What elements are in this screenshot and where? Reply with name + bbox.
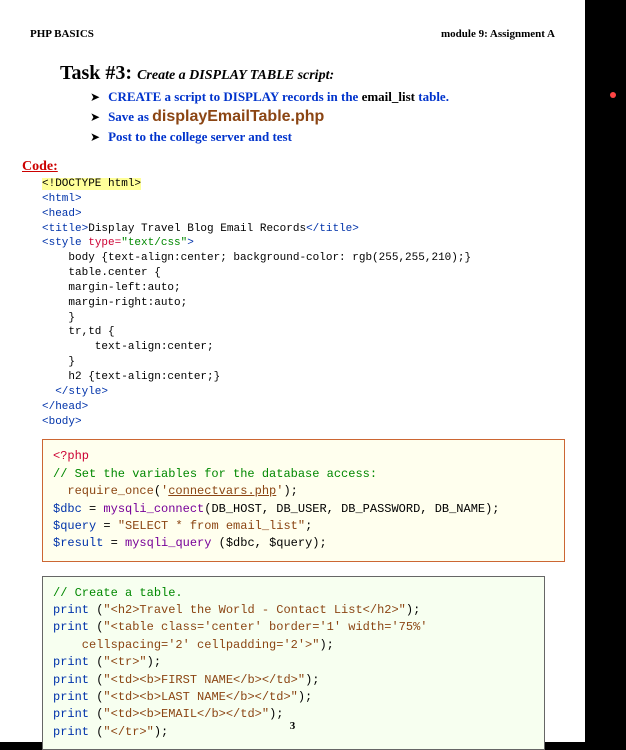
code-line: print ("<td><b>FIRST NAME</b></td>");: [53, 672, 534, 689]
code-line: $dbc = mysqli_connect(DB_HOST, DB_USER, …: [53, 501, 554, 518]
code-line: require_once('connectvars.php');: [53, 483, 554, 500]
arrow-icon: ➤: [90, 90, 100, 104]
code-line: text-align:center;: [42, 340, 585, 355]
code-block-php-setup: <?php // Set the variables for the datab…: [42, 439, 565, 561]
page-header: PHP BASICS module 9: Assignment A: [0, 0, 585, 40]
code-line: <title>Display Travel Blog Email Records…: [42, 222, 585, 237]
code-line: margin-right:auto;: [42, 296, 585, 311]
bullet-item: ➤ Save as displayEmailTable.php: [90, 108, 585, 126]
task-subtitle: Create a DISPLAY TABLE script:: [137, 68, 334, 83]
code-line: print ("<table class='center' border='1'…: [53, 619, 534, 636]
code-line: <body>: [42, 415, 585, 430]
document-page: PHP BASICS module 9: Assignment A Task #…: [0, 0, 585, 742]
code-line: <!DOCTYPE html>: [42, 177, 585, 192]
header-left: PHP BASICS: [30, 28, 94, 40]
code-line: <head>: [42, 207, 585, 222]
task-title: Task #3: Create a DISPLAY TABLE script:: [60, 62, 585, 85]
red-marker-icon: [610, 92, 616, 98]
code-line: print ("<h2>Travel the World - Contact L…: [53, 602, 534, 619]
bullet-text: Post to the college server and test: [108, 129, 292, 145]
code-line: print ("<tr>");: [53, 654, 534, 671]
code-line: </head>: [42, 400, 585, 415]
code-line: table.center {: [42, 266, 585, 281]
bullet-list: ➤ CREATE a script to DISPLAY records in …: [90, 89, 585, 145]
page-number: 3: [290, 720, 296, 732]
bullet-item: ➤ Post to the college server and test: [90, 129, 585, 145]
task-number: Task #3:: [60, 62, 137, 84]
code-line: tr,td {: [42, 325, 585, 340]
arrow-icon: ➤: [90, 110, 100, 124]
code-line: // Set the variables for the database ac…: [53, 466, 554, 483]
bullet-text: CREATE a script to DISPLAY records in th…: [108, 89, 449, 105]
code-line: <style type="text/css">: [42, 236, 585, 251]
code-line: }: [42, 311, 585, 326]
code-line: <html>: [42, 192, 585, 207]
arrow-icon: ➤: [90, 130, 100, 144]
code-block-html: <!DOCTYPE html> <html> <head> <title>Dis…: [42, 177, 585, 429]
code-line: print ("<td><b>LAST NAME</b></td>");: [53, 689, 534, 706]
header-right: module 9: Assignment A: [441, 28, 555, 40]
code-line: cellspacing='2' cellpadding='2'>");: [53, 637, 534, 654]
code-line: // Create a table.: [53, 585, 534, 602]
code-label: Code:: [22, 159, 585, 175]
bullet-text: Save as displayEmailTable.php: [108, 108, 324, 126]
code-line: margin-left:auto;: [42, 281, 585, 296]
code-line: $query = "SELECT * from email_list";: [53, 518, 554, 535]
code-line: h2 {text-align:center;}: [42, 370, 585, 385]
code-line: <?php: [53, 448, 554, 465]
code-line: body {text-align:center; background-colo…: [42, 251, 585, 266]
code-line: $result = mysqli_query ($dbc, $query);: [53, 535, 554, 552]
code-line: }: [42, 355, 585, 370]
code-line: </style>: [42, 385, 585, 400]
bullet-item: ➤ CREATE a script to DISPLAY records in …: [90, 89, 585, 105]
